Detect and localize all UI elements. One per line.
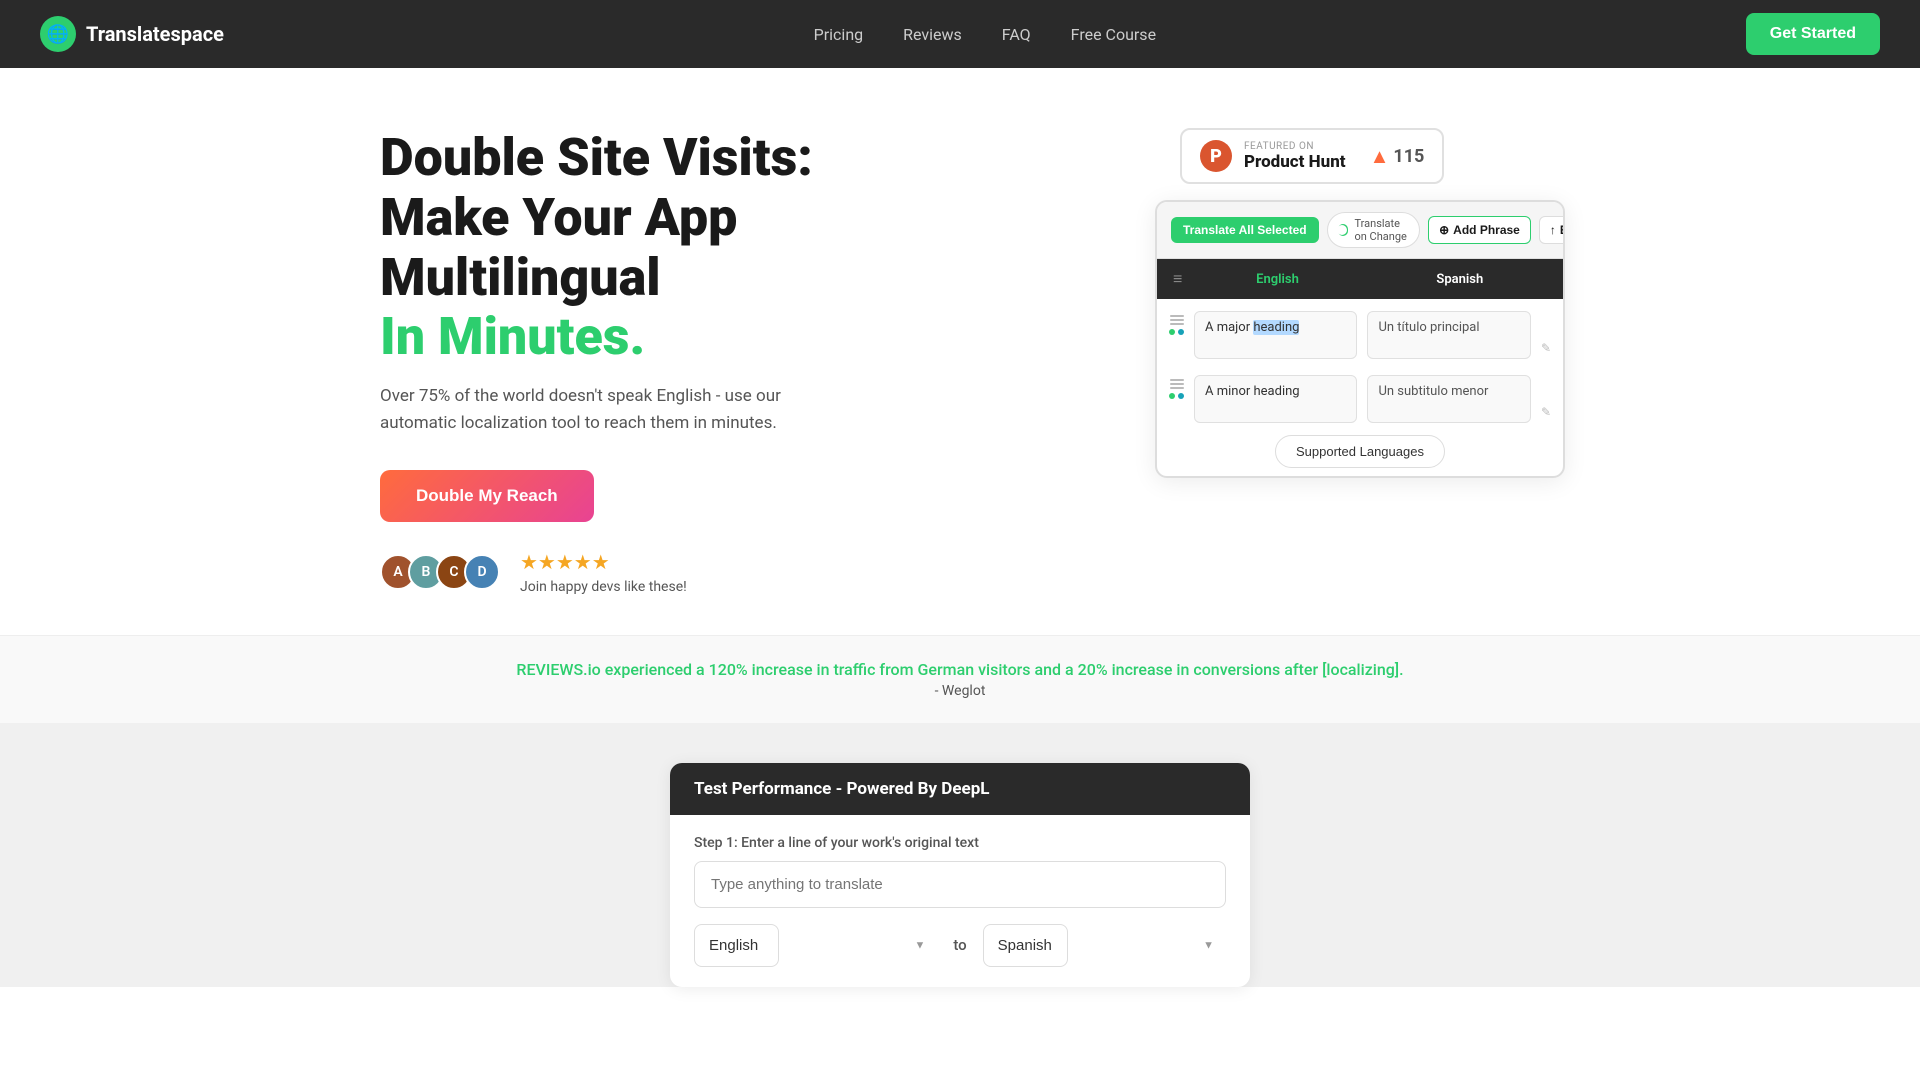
from-language-wrapper: English French German Spanish Italian xyxy=(694,924,937,967)
testimonial-text: REVIEWS.io experienced a 120% increase i… xyxy=(40,660,1880,679)
edit-icon: ✎ xyxy=(1541,405,1551,419)
highlighted-text: heading xyxy=(1253,320,1299,335)
row1-spanish-output: Un título principal xyxy=(1367,311,1530,359)
row-bars-icon xyxy=(1170,379,1184,389)
ph-featured-label: FEATURED ON xyxy=(1244,141,1346,152)
english-column-header: English xyxy=(1190,272,1364,287)
ph-arrow-icon: ▲ xyxy=(1370,144,1390,169)
step-label: Step 1: Enter a line of your work's orig… xyxy=(694,835,1226,851)
toggle-dot xyxy=(1338,224,1349,236)
logo-text: Translatespace xyxy=(86,22,224,46)
export-icon: ↑ xyxy=(1550,223,1556,237)
row1-english-input[interactable]: A major heading xyxy=(1194,311,1357,359)
to-language-select[interactable]: Spanish French German English Italian xyxy=(983,924,1068,967)
double-my-reach-button[interactable]: Double My Reach xyxy=(380,470,594,522)
performance-card-header: Test Performance - Powered By DeepL xyxy=(670,763,1250,815)
logo[interactable]: 🌐 Translatespace xyxy=(40,16,224,52)
mockup-row-1: A major heading Un título principal ✎ xyxy=(1169,311,1551,359)
row-bars-icon xyxy=(1170,315,1184,325)
nav-free-course[interactable]: Free Course xyxy=(1071,25,1156,44)
ph-count: ▲ 115 xyxy=(1370,144,1425,169)
mockup-rows: A major heading Un título principal ✎ xyxy=(1157,299,1563,435)
from-language-select[interactable]: English French German Spanish Italian xyxy=(694,924,779,967)
add-phrase-button[interactable]: ⊕ Add Phrase xyxy=(1428,216,1531,244)
nav-pricing[interactable]: Pricing xyxy=(814,25,864,44)
happy-devs-text: ★★★★★ Join happy devs like these! xyxy=(520,550,687,595)
to-label: to xyxy=(953,936,966,954)
spanish-column-header: Spanish xyxy=(1373,272,1547,287)
performance-card: Test Performance - Powered By DeepL Step… xyxy=(670,763,1250,987)
export-button[interactable]: ↑ Export xyxy=(1539,216,1565,244)
edit-icon: ✎ xyxy=(1541,341,1551,355)
language-selectors: English French German Spanish Italian to… xyxy=(694,924,1226,967)
hero-section: Double Site Visits: Make Your App Multil… xyxy=(0,68,1920,723)
hero-right: P FEATURED ON Product Hunt ▲ 115 Transla… xyxy=(1140,128,1580,478)
product-hunt-badge: P FEATURED ON Product Hunt ▲ 115 xyxy=(1180,128,1444,184)
header-icon: ≡ xyxy=(1173,269,1182,289)
happy-devs: A B C D ★★★★★ Join happy devs like these… xyxy=(380,550,980,595)
row-icon-area xyxy=(1169,375,1184,399)
nav-faq[interactable]: FAQ xyxy=(1002,25,1031,44)
mockup-row-2: A minor heading Un subtitulo menor ✎ xyxy=(1169,375,1551,423)
row2-spanish-output: Un subtitulo menor xyxy=(1367,375,1530,423)
mockup-header: ≡ English Spanish xyxy=(1157,259,1563,299)
plus-icon: ⊕ xyxy=(1439,223,1449,237)
avatar-stack: A B C D xyxy=(380,554,492,590)
hero-title: Double Site Visits: Make Your App Multil… xyxy=(380,128,980,367)
translate-all-button[interactable]: Translate All Selected xyxy=(1171,217,1319,243)
supported-languages-button[interactable]: Supported Languages xyxy=(1275,435,1445,468)
hero-subtitle: Over 75% of the world doesn't speak Engl… xyxy=(380,383,820,437)
testimonial-author: - Weglot xyxy=(40,683,1880,699)
row-dots xyxy=(1169,329,1184,335)
navbar: 🌐 Translatespace Pricing Reviews FAQ Fre… xyxy=(0,0,1920,68)
star-rating: ★★★★★ xyxy=(520,550,687,574)
mockup-toolbar: Translate All Selected Translate on Chan… xyxy=(1157,202,1563,259)
avatar: D xyxy=(464,554,500,590)
performance-card-body: Step 1: Enter a line of your work's orig… xyxy=(670,815,1250,987)
translate-input[interactable] xyxy=(694,861,1226,908)
performance-section: Test Performance - Powered By DeepL Step… xyxy=(0,723,1920,987)
row-icon-area xyxy=(1169,311,1184,335)
app-mockup: Translate All Selected Translate on Chan… xyxy=(1155,200,1565,478)
nav-links: Pricing Reviews FAQ Free Course xyxy=(814,25,1156,44)
product-hunt-icon: P xyxy=(1200,140,1232,172)
hero-title-accent: In Minutes. xyxy=(380,306,645,367)
nav-reviews[interactable]: Reviews xyxy=(903,25,962,44)
get-started-button[interactable]: Get Started xyxy=(1746,13,1880,55)
logo-icon: 🌐 xyxy=(40,16,76,52)
toggle-label: Translate on Change xyxy=(1354,217,1409,243)
ph-number: 115 xyxy=(1393,146,1424,167)
ph-name: Product Hunt xyxy=(1244,152,1346,172)
row2-english-input[interactable]: A minor heading xyxy=(1194,375,1357,423)
translate-on-change-toggle[interactable]: Translate on Change xyxy=(1327,212,1421,248)
supported-languages-area: Supported Languages xyxy=(1157,435,1563,476)
to-language-wrapper: Spanish French German English Italian xyxy=(983,924,1226,967)
row-dots xyxy=(1169,393,1184,399)
hero-left: Double Site Visits: Make Your App Multil… xyxy=(380,128,980,595)
happy-devs-label: Join happy devs like these! xyxy=(520,579,687,595)
product-hunt-text: FEATURED ON Product Hunt xyxy=(1244,141,1346,172)
testimonial-strip: REVIEWS.io experienced a 120% increase i… xyxy=(0,635,1920,723)
